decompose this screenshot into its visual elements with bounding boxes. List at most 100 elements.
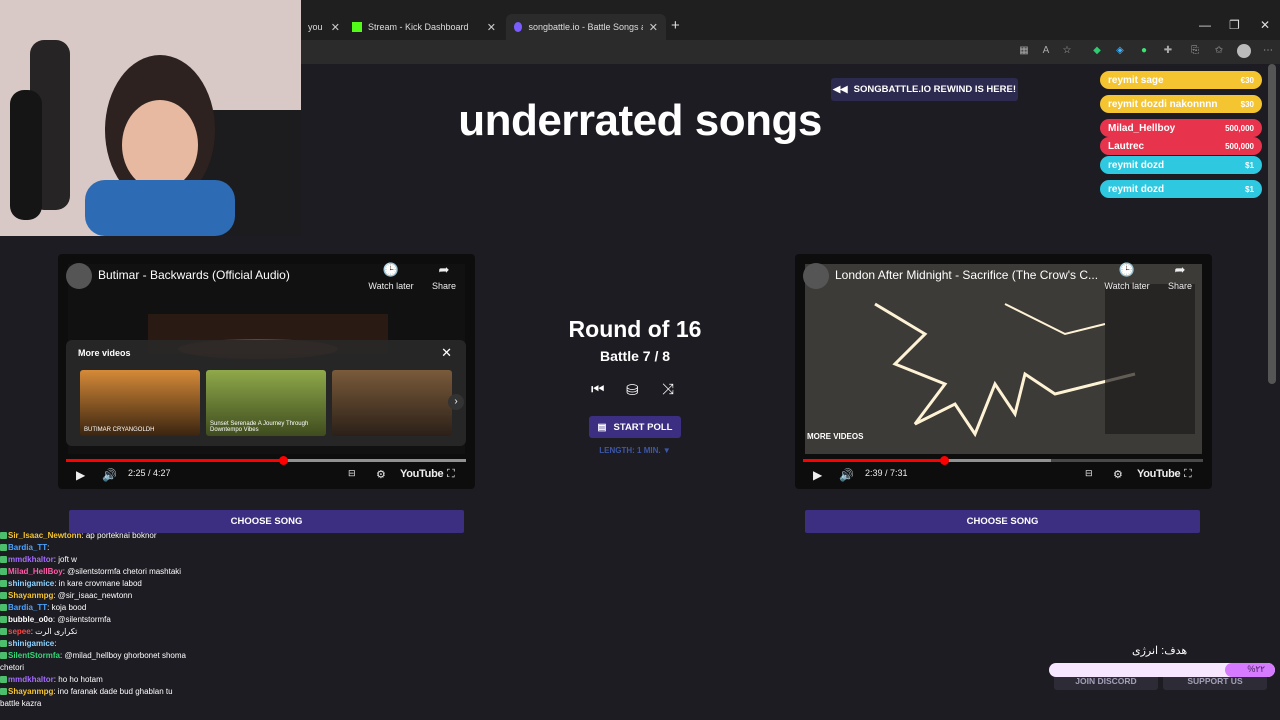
chat-username[interactable]: mmdkhaltor [8,555,54,564]
chat-text: in kare crovmane labod [58,579,142,588]
donate-icon[interactable]: ⛁ [626,381,639,399]
time-display: 2:39 / 7:31 [865,468,908,478]
chat-username[interactable]: Bardia_TT [8,603,47,612]
share-icon: ➦ [1174,262,1186,277]
share-label: Share [431,281,457,291]
player-controls: ▶ 🔊 2:39 / 7:31 ⊟ ⚙ YouTube ⛶ [795,464,1212,486]
chat-username[interactable]: bubble_o0o [8,615,53,624]
video-thumbnail[interactable] [332,370,452,436]
extensions-puzzle-icon[interactable]: ✚ [1162,45,1174,57]
captions-icon[interactable]: ⊟ [1085,468,1093,479]
chat-username[interactable]: Shayanmpg [8,591,53,600]
close-tab-icon[interactable]: ✕ [331,21,340,34]
fullscreen-icon[interactable]: ⛶ [447,468,455,481]
chat-username[interactable]: shinigamice [8,579,54,588]
chat-message: battle kazra [0,698,260,710]
right-video-player[interactable]: London After Midnight - Sacrifice (The C… [795,254,1212,489]
chat-username[interactable]: Bardia_TT [8,543,47,552]
watch-later-label: Watch later [1104,281,1150,291]
round-label: Round of 16 [568,316,702,342]
maximize-icon[interactable]: ❐ [1229,18,1240,32]
donation-alert: Lautrec 500,000 [1100,137,1262,155]
settings-gear-icon[interactable]: ⚙ [376,468,386,481]
favorites-icon[interactable]: ✩ [1213,45,1225,57]
chat-username[interactable]: Milad_HellBoy [8,567,63,576]
start-poll-button[interactable]: ▤ START POLL [589,416,681,438]
chat-username[interactable]: Sir_Isaac_Newtonn [8,531,81,540]
new-tab-button[interactable]: + [671,17,680,34]
rewind-icon: ◀◀ [832,84,848,95]
channel-avatar[interactable] [66,263,92,289]
close-icon[interactable]: ✕ [441,345,452,361]
chat-text: @silentstormfa chetori mashtaki [67,567,182,576]
played-bar [803,459,944,462]
video-thumbnail[interactable]: BUTIMAR CRYANGOLDH [80,370,200,436]
play-icon[interactable]: ▶ [76,468,85,482]
tab-1[interactable]: you ✕ [300,14,348,40]
chat-username[interactable]: shinigamice [8,639,54,648]
split-screen-icon[interactable]: ⎘ [1189,45,1201,57]
thumbnail-caption: BUTIMAR CRYANGOLDH [84,427,155,433]
donation-alert: reymit dozdi nakonnnn $30 [1100,95,1262,113]
donation-amount: €30 [1240,75,1254,85]
battle-label: Battle 7 / 8 [599,348,671,364]
more-menu-icon[interactable]: ⋯ [1262,45,1274,57]
volume-icon[interactable]: 🔊 [839,468,854,482]
goal-progress-bar: %۲۲ [1049,663,1275,677]
captions-icon[interactable]: ⊟ [348,468,356,479]
left-video-player[interactable]: Butimar - Backwards (Official Audio) 🕒 W… [58,254,475,489]
volume-icon[interactable]: 🔊 [102,468,117,482]
close-tab-icon[interactable]: ✕ [649,21,658,34]
chat-username[interactable]: SilentStormfa [8,651,60,660]
channel-avatar[interactable] [803,263,829,289]
favorite-icon[interactable]: ☆ [1061,45,1073,57]
tab-3[interactable]: songbattle.io - Battle Songs again ✕ [506,14,666,40]
watch-later-button[interactable]: 🕒 Watch later [366,262,416,291]
video-title[interactable]: Butimar - Backwards (Official Audio) [98,268,290,282]
start-poll-label: START POLL [613,421,673,433]
close-tab-icon[interactable]: ✕ [487,21,496,34]
donation-alert: Milad_Hellboy 500,000 [1100,119,1262,137]
chat-username[interactable]: mmdkhaltor [8,675,54,684]
progress-bar[interactable] [803,456,1203,465]
scrollbar[interactable] [1268,64,1276,384]
read-aloud-icon[interactable]: A [1040,45,1052,57]
more-videos-label[interactable]: MORE VIDEOS [807,432,863,441]
badge-icon [0,652,7,659]
previous-icon[interactable]: ⏮ [591,381,605,398]
app-icon[interactable]: ▦ [1018,45,1030,57]
profile-avatar[interactable] [1237,44,1251,58]
choose-song-right-button[interactable]: CHOOSE SONG [805,510,1200,533]
video-title[interactable]: London After Midnight - Sacrifice (The C… [835,268,1098,282]
length-select[interactable]: LENGTH: 1 MIN. ▼ [560,446,710,455]
chat-separator: : [54,639,57,648]
fullscreen-icon[interactable]: ⛶ [1184,468,1192,481]
chat-message: bubble_o0o: @silentstormfa [0,614,260,626]
share-button[interactable]: ➦ Share [1155,262,1205,291]
next-arrow-icon[interactable]: › [448,394,464,410]
chat-username[interactable]: Shayanmpg [8,687,53,696]
share-button[interactable]: ➦ Share [419,262,469,291]
badge-icon [0,604,7,611]
clock-icon: 🕒 [1118,262,1136,277]
close-window-icon[interactable]: ✕ [1260,18,1270,32]
settings-gear-icon[interactable]: ⚙ [1113,468,1123,481]
youtube-logo[interactable]: YouTube [400,468,444,480]
donation-alert: reymit dozd $1 [1100,180,1262,198]
donation-name: Milad_Hellboy [1108,122,1176,134]
extension-shield-icon[interactable]: ◆ [1091,45,1103,57]
shuffle-icon[interactable]: ⤨ [662,381,674,398]
youtube-logo[interactable]: YouTube [1137,468,1181,480]
donation-name: reymit dozd [1108,183,1165,195]
donation-name: reymit sage [1108,74,1164,86]
extension-icon[interactable]: ● [1138,45,1150,57]
chat-username[interactable]: sepee [8,627,31,636]
extension-icon[interactable]: ◈ [1114,45,1126,57]
video-thumbnail[interactable]: Sunset Serenade A Journey Through Downte… [206,370,326,436]
progress-bar[interactable] [66,456,466,465]
play-icon[interactable]: ▶ [813,468,822,482]
minimize-icon[interactable]: — [1199,18,1211,32]
badge-icon [0,580,7,587]
tab-2[interactable]: Stream - Kick Dashboard ✕ [344,14,504,40]
watch-later-button[interactable]: 🕒 Watch later [1102,262,1152,291]
